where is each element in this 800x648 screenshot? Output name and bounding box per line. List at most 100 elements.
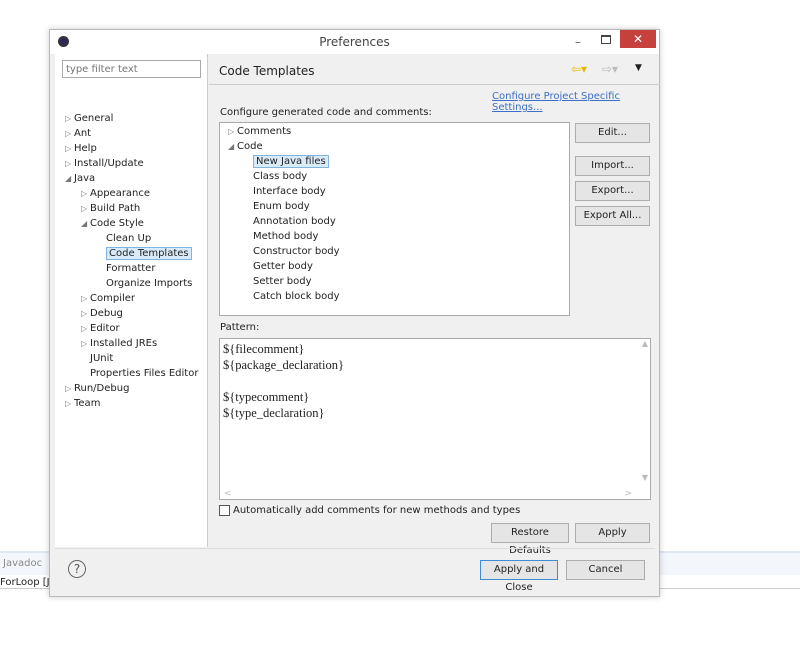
tree-item[interactable]: ▷ Compiler xyxy=(81,291,135,306)
back-arrow-icon[interactable]: ⇦▾ xyxy=(571,62,587,76)
tree-item[interactable]: ◢ Java xyxy=(65,171,95,186)
forward-arrow-icon[interactable]: ⇨▾ xyxy=(602,62,618,76)
tree-item[interactable]: Class body xyxy=(244,169,307,184)
collapsed-arrow-icon[interactable]: ▷ xyxy=(81,336,90,351)
background-item: ForLoop [Ja xyxy=(0,577,56,588)
pattern-label: Pattern: xyxy=(220,322,260,333)
collapsed-arrow-icon[interactable]: ▷ xyxy=(81,186,90,201)
collapsed-arrow-icon[interactable]: ▷ xyxy=(65,156,74,171)
tree-item[interactable]: ▷ Ant xyxy=(65,126,91,141)
tree-item[interactable]: ▷ Install/Update xyxy=(65,156,144,171)
collapsed-arrow-icon[interactable]: ▷ xyxy=(65,126,74,141)
tree-item[interactable]: Interface body xyxy=(244,184,326,199)
tree-item[interactable]: ▷ General xyxy=(65,111,113,126)
tree-item[interactable]: ▷ Team xyxy=(65,396,100,411)
tree-item[interactable]: Code Templates xyxy=(97,246,192,261)
tree-item[interactable]: Organize Imports xyxy=(97,276,192,291)
maximize-button[interactable] xyxy=(601,35,611,44)
tree-item[interactable]: ▷ Build Path xyxy=(81,201,140,216)
tree-item[interactable]: New Java files xyxy=(244,154,329,169)
tree-item[interactable]: Catch block body xyxy=(244,289,340,304)
tree-item[interactable]: ◢ Code xyxy=(228,139,263,154)
collapsed-arrow-icon[interactable]: ▷ xyxy=(65,381,74,396)
tree-item-label: Debug xyxy=(90,308,123,319)
tree-item[interactable]: JUnit xyxy=(81,351,113,366)
dialog-title: Preferences xyxy=(319,35,390,49)
tree-item[interactable]: Constructor body xyxy=(244,244,340,259)
pattern-line xyxy=(223,373,344,389)
tree-item-label: Constructor body xyxy=(253,246,340,257)
scroll-left-icon[interactable]: < xyxy=(224,489,232,499)
scroll-right-icon[interactable]: > xyxy=(624,489,632,499)
expanded-arrow-icon[interactable]: ◢ xyxy=(228,139,237,154)
configure-label: Configure generated code and comments: xyxy=(220,107,432,118)
page-title: Code Templates xyxy=(219,64,315,78)
footer-divider xyxy=(55,548,655,549)
tree-item-label: General xyxy=(74,113,114,124)
tree-item-label: Run/Debug xyxy=(74,383,130,394)
apply-button[interactable]: Apply xyxy=(575,523,650,543)
cancel-button[interactable]: Cancel xyxy=(566,560,645,580)
minimize-button[interactable]: – xyxy=(575,30,581,54)
collapsed-arrow-icon[interactable]: ▷ xyxy=(65,396,74,411)
eclipse-icon xyxy=(58,36,69,47)
collapsed-arrow-icon[interactable]: ▷ xyxy=(81,201,90,216)
tree-item[interactable]: Properties Files Editor xyxy=(81,366,198,381)
scroll-down-icon[interactable]: ▼ xyxy=(642,473,648,482)
tree-item[interactable]: ▷ Run/Debug xyxy=(65,381,129,396)
view-menu-icon[interactable]: ▼ xyxy=(635,63,642,73)
filter-input[interactable] xyxy=(62,60,201,78)
tree-item[interactable]: ▷ Editor xyxy=(81,321,120,336)
tree-item[interactable]: Formatter xyxy=(97,261,155,276)
tree-item-label: Method body xyxy=(253,231,319,242)
pattern-line: ${filecomment} xyxy=(223,342,305,356)
edit-button[interactable]: Edit... xyxy=(575,123,650,143)
apply-and-close-button[interactable]: Apply and Close xyxy=(480,560,558,593)
pattern-editor[interactable]: ${filecomment} ${package_declaration} ${ty… xyxy=(219,338,651,500)
tree-item[interactable]: Clean Up xyxy=(97,231,151,246)
templates-tree[interactable]: ▷ Comments ◢ Code New Java files Class body In… xyxy=(219,122,570,316)
help-icon[interactable]: ? xyxy=(68,560,86,578)
tree-item[interactable]: ▷ Appearance xyxy=(81,186,150,201)
tree-item-label: Code xyxy=(237,141,263,152)
tree-item[interactable]: ▷ Help xyxy=(65,141,97,156)
tree-item[interactable]: Method body xyxy=(244,229,318,244)
tree-item[interactable]: ▷ Debug xyxy=(81,306,123,321)
expanded-arrow-icon[interactable]: ◢ xyxy=(81,216,90,231)
tree-item-label: Ant xyxy=(74,128,92,139)
tree-item[interactable]: ▷ Installed JREs xyxy=(81,336,157,351)
project-settings-link[interactable]: Configure Project Specific Settings... xyxy=(492,91,659,113)
tree-item-label: Properties Files Editor xyxy=(90,368,199,379)
tree-item-label: New Java files xyxy=(253,155,329,168)
title-bar: Preferences – ✕ xyxy=(50,30,659,54)
collapsed-arrow-icon[interactable]: ▷ xyxy=(81,321,90,336)
collapsed-arrow-icon[interactable]: ▷ xyxy=(65,141,74,156)
tree-item-label: JUnit xyxy=(90,353,114,364)
tree-item[interactable]: ◢ Code Style xyxy=(81,216,144,231)
tree-item-label: Getter body xyxy=(253,261,313,272)
collapsed-arrow-icon[interactable]: ▷ xyxy=(81,306,90,321)
tree-item-label: Editor xyxy=(90,323,120,334)
collapsed-arrow-icon[interactable]: ▷ xyxy=(81,291,90,306)
expanded-arrow-icon[interactable]: ◢ xyxy=(65,171,74,186)
auto-comments-checkbox[interactable] xyxy=(219,505,230,516)
import-button[interactable]: Import... xyxy=(575,156,650,176)
javadoc-tab[interactable]: Javadoc xyxy=(3,558,42,569)
tree-item-label: Code Style xyxy=(90,218,144,229)
collapsed-arrow-icon[interactable]: ▷ xyxy=(65,111,74,126)
tree-item[interactable]: Setter body xyxy=(244,274,312,289)
restore-defaults-button[interactable]: Restore Defaults xyxy=(491,523,569,556)
close-button[interactable]: ✕ xyxy=(620,30,656,48)
export-button[interactable]: Export... xyxy=(575,181,650,201)
collapsed-arrow-icon[interactable]: ▷ xyxy=(228,124,237,139)
tree-item[interactable]: Getter body xyxy=(244,259,313,274)
tree-item-label: Team xyxy=(74,398,101,409)
tree-item-label: Installed JREs xyxy=(90,338,158,349)
tree-item-label: Class body xyxy=(253,171,308,182)
tree-item[interactable]: ▷ Comments xyxy=(228,124,291,139)
export-all-button[interactable]: Export All... xyxy=(575,206,650,226)
tree-item-label: Code Templates xyxy=(106,247,192,260)
tree-item[interactable]: Annotation body xyxy=(244,214,336,229)
scroll-up-icon[interactable]: ▲ xyxy=(642,339,648,348)
tree-item[interactable]: Enum body xyxy=(244,199,310,214)
